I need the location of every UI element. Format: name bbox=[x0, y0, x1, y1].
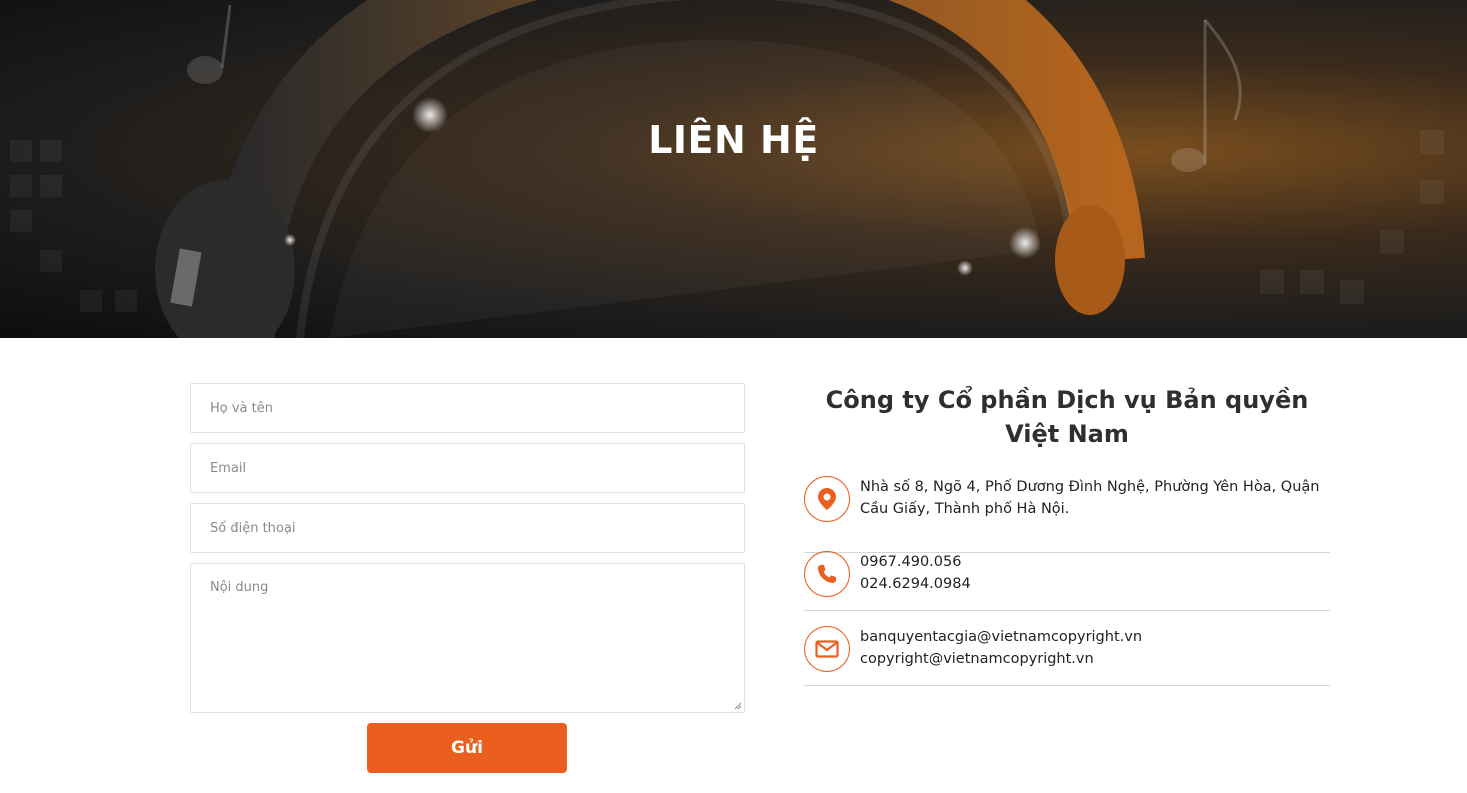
name-input[interactable]: Họ và tên bbox=[190, 383, 745, 433]
resize-grip-icon[interactable] bbox=[734, 702, 742, 710]
address-icon-circle bbox=[804, 476, 850, 522]
phone-icon-circle bbox=[804, 551, 850, 597]
email-input[interactable]: Email bbox=[190, 443, 745, 493]
address-row: Nhà số 8, Ngõ 4, Phố Dương Đình Nghệ, Ph… bbox=[804, 476, 1330, 553]
phone-row: 0967.490.056 024.6294.0984 bbox=[804, 551, 1330, 611]
company-name: Công ty Cổ phần Dịch vụ Bản quyền Việt N… bbox=[825, 386, 1309, 448]
email-row: banquyentacgia@vietnamcopyright.vn copyr… bbox=[804, 626, 1330, 686]
name-placeholder: Họ và tên bbox=[210, 400, 273, 416]
page-title: LIÊN HỆ bbox=[648, 118, 819, 162]
email-addresses: banquyentacgia@vietnamcopyright.vn copyr… bbox=[860, 626, 1330, 670]
address-text: Nhà số 8, Ngõ 4, Phố Dương Đình Nghệ, Ph… bbox=[860, 479, 1320, 517]
map-pin-icon bbox=[818, 488, 836, 510]
message-placeholder: Nội dung bbox=[210, 580, 269, 595]
phone-number-1[interactable]: 0967.490.056 bbox=[860, 551, 1330, 573]
phone-numbers: 0967.490.056 024.6294.0984 bbox=[860, 551, 1330, 595]
email-address-2[interactable]: copyright@vietnamcopyright.vn bbox=[860, 648, 1330, 670]
phone-input[interactable]: Số điện thoại bbox=[190, 503, 745, 553]
message-textarea[interactable]: Nội dung bbox=[190, 563, 745, 713]
contact-form: Họ và tên Email Số điện thoại Nội dung G… bbox=[190, 383, 745, 773]
envelope-icon bbox=[815, 640, 839, 658]
contact-info: Công ty Cổ phần Dịch vụ Bản quyền Việt N… bbox=[804, 383, 1330, 686]
email-address-1[interactable]: banquyentacgia@vietnamcopyright.vn bbox=[860, 626, 1330, 648]
phone-placeholder: Số điện thoại bbox=[210, 520, 296, 536]
phone-icon bbox=[818, 565, 836, 583]
hero-banner: LIÊN HỆ bbox=[0, 0, 1467, 338]
headphones-background-image bbox=[10, 0, 1444, 338]
phone-number-2[interactable]: 024.6294.0984 bbox=[860, 573, 1330, 595]
submit-button[interactable]: Gửi bbox=[367, 723, 567, 773]
email-icon-circle bbox=[804, 626, 850, 672]
email-placeholder: Email bbox=[210, 460, 247, 476]
